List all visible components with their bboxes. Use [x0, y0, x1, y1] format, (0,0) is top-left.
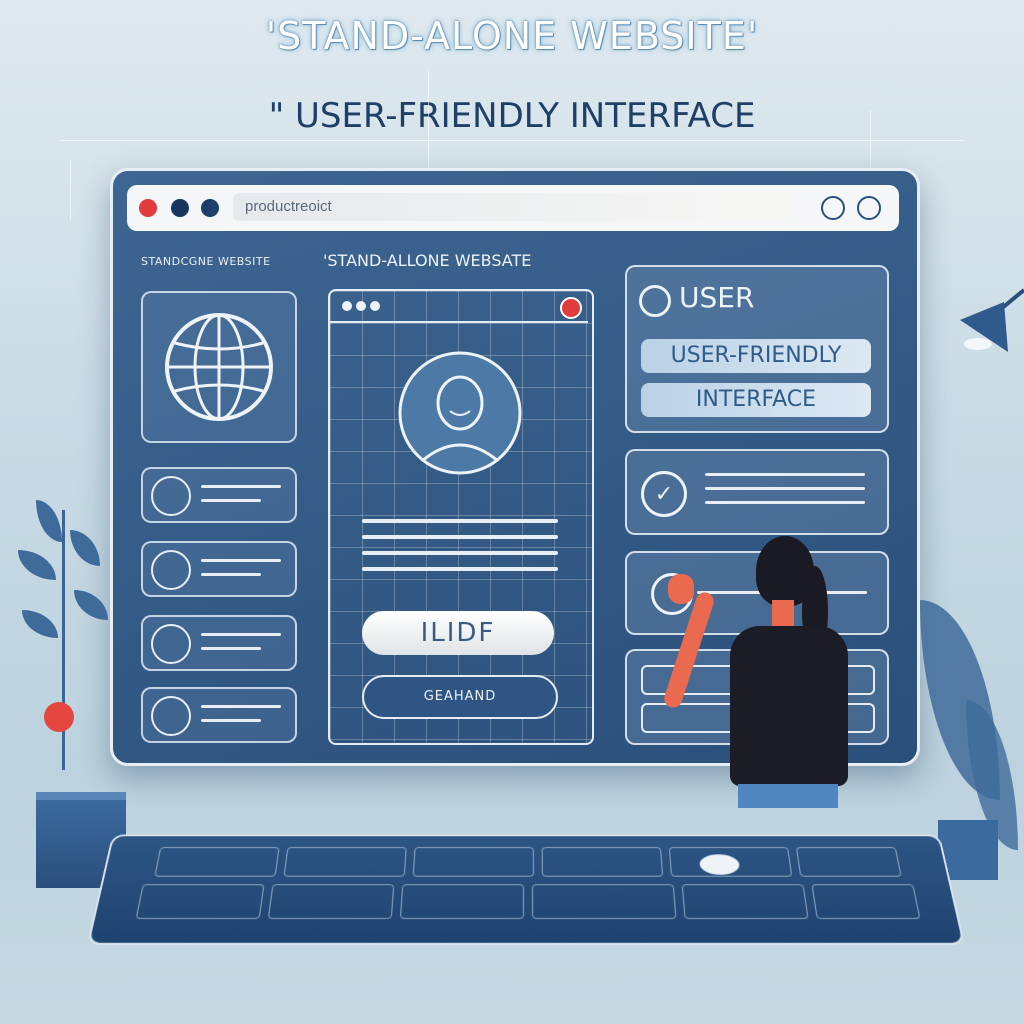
list-text-line — [201, 719, 261, 722]
keyboard-key[interactable] — [283, 847, 407, 877]
person-hand — [668, 574, 694, 604]
keyboard-key[interactable] — [135, 884, 265, 919]
person-shirt — [730, 626, 848, 786]
phone-dot — [370, 301, 380, 311]
keyboard-key[interactable] — [154, 847, 280, 877]
primary-button[interactable]: ILIDF — [362, 611, 554, 655]
flower-icon — [44, 702, 74, 732]
address-bar[interactable]: productreoict — [233, 193, 793, 221]
globe-card[interactable] — [141, 291, 297, 443]
list-text-line — [201, 705, 281, 708]
profile-text-line — [362, 567, 558, 571]
plant-leaf — [18, 550, 56, 580]
notification-icon[interactable] — [560, 297, 582, 319]
phone-header-line — [330, 321, 588, 323]
list-text-line — [201, 485, 281, 488]
page-headline: 'STAND-ALONE WEBSITE' — [265, 14, 759, 58]
list-text-line — [201, 573, 261, 576]
window-minimize-dot[interactable] — [171, 199, 189, 217]
keyboard-key[interactable] — [399, 884, 525, 919]
keyboard-key[interactable] — [811, 884, 921, 919]
id-icon — [151, 624, 191, 664]
check-text-line — [705, 501, 865, 504]
window-maximize-dot[interactable] — [201, 199, 219, 217]
check-text-line — [705, 487, 865, 490]
user-label: USER — [679, 281, 755, 314]
user-panel: USER USER-FRIENDLY INTERFACE — [625, 265, 889, 433]
guide-line — [428, 70, 429, 170]
checkmark-icon: ✓ — [641, 471, 687, 517]
document-icon — [151, 696, 191, 736]
center-tagline: 'STAND-ALLONE WEBSATE — [323, 251, 532, 270]
person-arm — [661, 590, 717, 710]
globe-icon — [165, 313, 273, 421]
plant-decoration — [0, 490, 140, 790]
profile-text-line — [362, 519, 558, 523]
refresh-icon[interactable] — [821, 196, 845, 220]
keyboard-key[interactable] — [795, 847, 902, 877]
profile-text-line — [362, 535, 558, 539]
keyboard-key[interactable] — [541, 847, 664, 877]
list-card-4[interactable] — [141, 687, 297, 743]
left-tagline: STANDCGNE WEBSITE — [141, 255, 271, 268]
list-text-line — [201, 647, 261, 650]
message-icon — [151, 550, 191, 590]
user-friendly-pill-label: USER-FRIENDLY — [670, 343, 842, 368]
desk-lamp-icon — [960, 288, 1024, 352]
info-icon — [639, 285, 671, 317]
window-close-dot[interactable] — [139, 199, 157, 217]
list-text-line — [201, 499, 261, 502]
person-jeans — [738, 784, 838, 808]
profile-text-line — [362, 551, 558, 555]
list-card-1[interactable] — [141, 467, 297, 523]
interface-pill-label: INTERFACE — [695, 387, 817, 412]
plant-leaf — [70, 530, 100, 566]
plant-leaf — [36, 500, 62, 542]
user-friendly-pill[interactable]: USER-FRIENDLY — [641, 339, 871, 373]
list-card-2[interactable] — [141, 541, 297, 597]
keyboard-key[interactable] — [531, 884, 677, 919]
list-card-3[interactable] — [141, 615, 297, 671]
secondary-button-label: GEAHAND — [423, 689, 497, 704]
keyboard-key[interactable] — [412, 847, 534, 877]
list-text-line — [201, 559, 281, 562]
keyboard-key[interactable] — [267, 884, 395, 919]
interface-pill[interactable]: INTERFACE — [641, 383, 871, 417]
plant-leaf — [22, 610, 58, 638]
link-icon — [151, 476, 191, 516]
plant-leaf — [74, 590, 108, 620]
menu-icon[interactable] — [857, 196, 881, 220]
keyboard-key[interactable] — [681, 884, 809, 919]
guide-line — [60, 140, 964, 141]
keyboard-panel — [86, 834, 966, 945]
secondary-button[interactable]: GEAHAND — [362, 675, 558, 719]
primary-button-label: ILIDF — [420, 618, 496, 648]
user-avatar-icon — [398, 351, 522, 475]
phone-dot — [356, 301, 366, 311]
list-text-line — [201, 633, 281, 636]
check-text-line — [705, 473, 865, 476]
person-figure — [660, 530, 870, 810]
check-panel[interactable]: ✓ — [625, 449, 889, 535]
profile-phone-mock: ILIDF GEAHAND — [328, 289, 594, 745]
phone-dot — [342, 301, 352, 311]
guide-line — [70, 160, 71, 220]
